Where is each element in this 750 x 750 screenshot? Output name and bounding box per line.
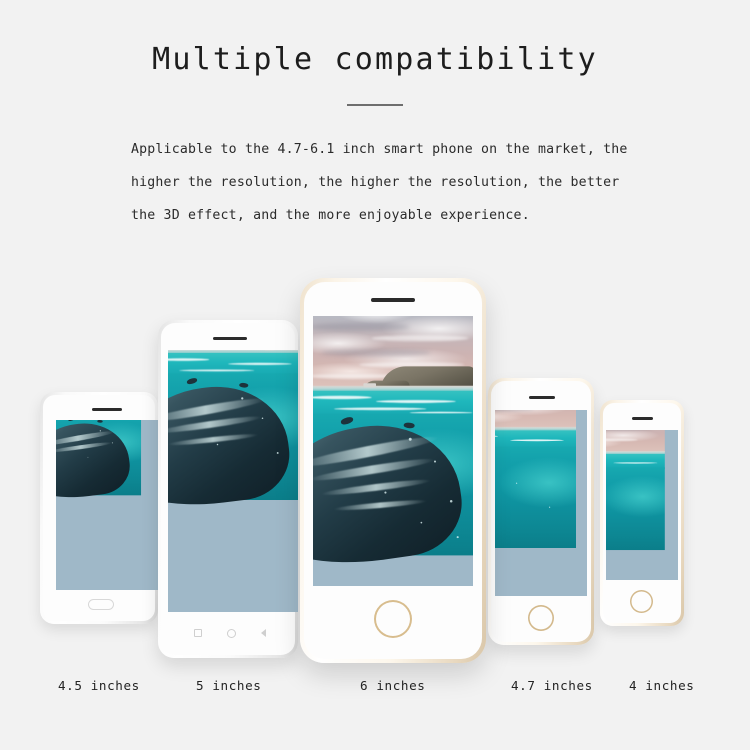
- wallpaper-fish: [186, 377, 198, 385]
- wallpaper-6: [313, 316, 473, 576]
- back-chevron-icon[interactable]: [260, 629, 266, 637]
- wallpaper-deep-water: [495, 446, 576, 548]
- phone-4-inch[interactable]: [600, 400, 684, 626]
- recents-square-icon[interactable]: [194, 629, 203, 637]
- wallpaper-sky: [606, 430, 665, 453]
- wallpaper-5: [168, 350, 298, 515]
- wallpaper-boat: [363, 383, 376, 388]
- home-button-circle[interactable]: [374, 600, 412, 638]
- phone-6-inch[interactable]: [300, 278, 486, 663]
- phone-6-shell: [300, 278, 486, 663]
- home-button-pill[interactable]: [88, 599, 114, 610]
- caption-phone-4-5-inch: 4.5 inches: [58, 678, 140, 693]
- home-button-circle[interactable]: [528, 605, 554, 631]
- phone-5-screen: [168, 350, 298, 612]
- caption-phone-6-inch: 6 inches: [360, 678, 426, 693]
- size-caption-row: 4.5 inches 5 inches 6 inches 4.7 inches …: [0, 678, 750, 702]
- device-showcase: [0, 0, 750, 750]
- earpiece-speaker-icon: [92, 408, 122, 411]
- wallpaper-deep-water: [606, 467, 665, 551]
- phone-4-7-inch[interactable]: [488, 378, 594, 645]
- wallpaper-fish: [67, 420, 75, 422]
- home-button-circle[interactable]: [630, 590, 653, 613]
- caption-phone-4-inch: 4 inches: [629, 678, 695, 693]
- wallpaper-4-7: [495, 410, 576, 548]
- phone-5-shell: [158, 320, 298, 658]
- phone-4-7-shell: [488, 378, 594, 645]
- android-nav-bar[interactable]: [182, 626, 278, 640]
- wallpaper-deep-water: [168, 373, 298, 515]
- earpiece-speaker-icon: [371, 298, 415, 302]
- earpiece-speaker-icon: [213, 337, 247, 340]
- phone-5-inch[interactable]: [158, 320, 298, 658]
- phone-4-screen: [606, 430, 678, 580]
- home-circle-icon[interactable]: [226, 628, 236, 638]
- wallpaper-4: [606, 430, 665, 551]
- caption-phone-5-inch: 5 inches: [196, 678, 262, 693]
- wallpaper-4-5: [56, 420, 142, 504]
- wallpaper-whale: [168, 378, 295, 515]
- phone-4-7-screen: [495, 410, 587, 596]
- earpiece-speaker-icon: [632, 417, 653, 420]
- wallpaper-sky: [495, 410, 576, 428]
- phone-4-5-screen: [56, 420, 158, 590]
- wallpaper-deep-water: [313, 413, 473, 576]
- earpiece-speaker-icon: [529, 396, 555, 399]
- promo-page: Multiple compatibility Applicable to the…: [0, 0, 750, 750]
- wallpaper-deep-water: [56, 420, 142, 504]
- phone-4-5-inch[interactable]: [40, 392, 158, 624]
- caption-phone-4-7-inch: 4.7 inches: [511, 678, 593, 693]
- wallpaper-fish: [340, 416, 354, 426]
- wallpaper-whale: [313, 414, 469, 576]
- phone-6-screen: [313, 316, 473, 586]
- phone-4-shell: [600, 400, 684, 626]
- phone-4-5-shell: [40, 392, 158, 624]
